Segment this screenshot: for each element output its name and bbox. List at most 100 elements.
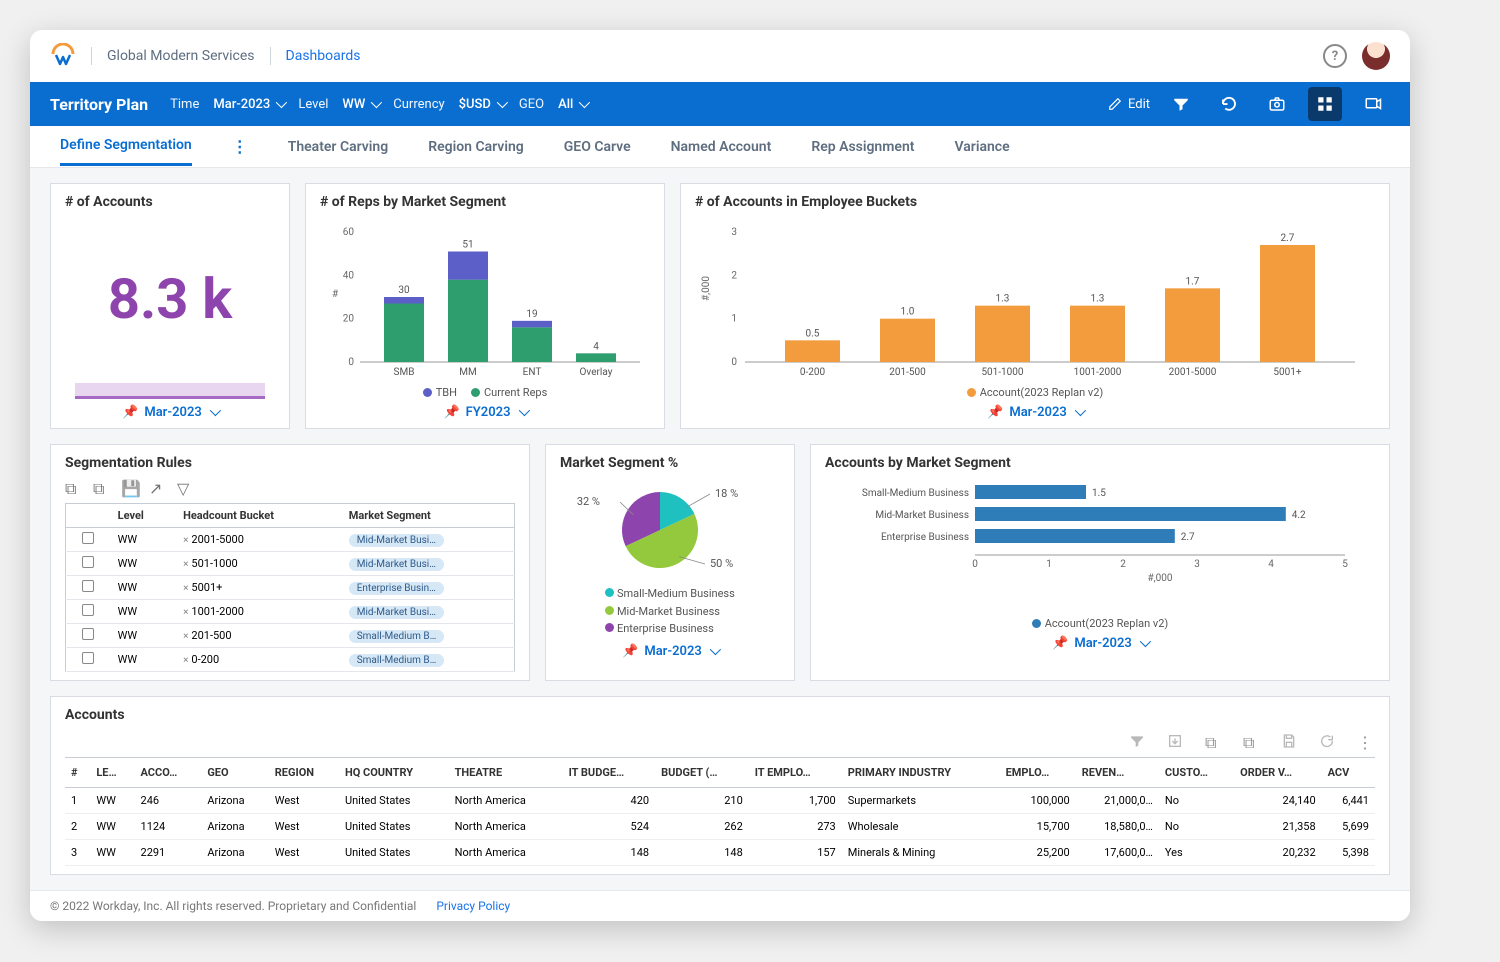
segment-pill[interactable]: Enterprise Busin… xyxy=(349,582,444,595)
pie-legend: Small-Medium Business Mid-Market Busines… xyxy=(605,585,735,638)
tab-variance[interactable]: Variance xyxy=(954,129,1009,165)
seg-tool-1-icon[interactable]: ⧉ xyxy=(65,479,83,497)
table-row[interactable]: WW×5001+Enterprise Busin… xyxy=(66,576,515,600)
filter-time[interactable]: Mar-2023 xyxy=(213,97,284,112)
filter-level[interactable]: WW xyxy=(342,97,379,112)
card-accounts: # of Accounts 8.3 k 📌Mar-2023 xyxy=(50,183,290,429)
help-icon[interactable]: ? xyxy=(1323,44,1347,68)
pie-pin[interactable]: 📌Mar-2023 xyxy=(560,644,780,659)
table-row[interactable]: 2WW1124ArizonaWestUnited StatesNorth Ame… xyxy=(65,814,1375,840)
svg-text:20: 20 xyxy=(343,314,355,325)
segment-pill[interactable]: Mid-Market Busi… xyxy=(349,606,444,619)
footer-copyright: © 2022 Workday, Inc. All rights reserved… xyxy=(50,899,416,913)
svg-text:50 %: 50 % xyxy=(710,557,733,570)
segment-pill[interactable]: Mid-Market Busi… xyxy=(349,534,444,547)
svg-text:#,000: #,000 xyxy=(701,276,712,301)
svg-text:1.5: 1.5 xyxy=(1092,488,1106,499)
svg-text:30: 30 xyxy=(398,285,410,296)
grid-view-icon[interactable] xyxy=(1308,87,1342,121)
seg-save-icon[interactable]: 💾 xyxy=(121,479,139,497)
tab-geo-carve[interactable]: GEO Carve xyxy=(564,129,631,165)
refresh-icon[interactable] xyxy=(1212,87,1246,121)
card-buckets-title: # of Accounts in Employee Buckets xyxy=(695,194,1375,210)
reps-bar-chart: 0204060#30SMB51MM19ENT4Overlay xyxy=(320,214,650,384)
row-checkbox[interactable] xyxy=(82,652,94,664)
table-row[interactable]: WW×201-500Small-Medium B… xyxy=(66,624,515,648)
acct-save-icon[interactable] xyxy=(1281,733,1299,751)
card-accounts-table-title: Accounts xyxy=(65,707,1375,723)
table-row[interactable]: 1WW246ArizonaWestUnited StatesNorth Amer… xyxy=(65,788,1375,814)
card-reps-title: # of Reps by Market Segment xyxy=(320,194,650,210)
camera-icon[interactable] xyxy=(1260,87,1294,121)
table-row[interactable]: WW×1001-2000Mid-Market Busi… xyxy=(66,600,515,624)
row-checkbox[interactable] xyxy=(82,532,94,544)
reps-pin[interactable]: 📌FY2023 xyxy=(320,405,650,420)
table-row[interactable]: 3WW2291ArizonaWestUnited StatesNorth Ame… xyxy=(65,840,1375,866)
svg-text:1.0: 1.0 xyxy=(901,307,915,318)
tab-region-carving[interactable]: Region Carving xyxy=(428,129,524,165)
accounts-pin[interactable]: 📌Mar-2023 xyxy=(65,405,275,420)
row-checkbox[interactable] xyxy=(82,604,94,616)
page-title: Territory Plan xyxy=(50,95,148,114)
footer-privacy-link[interactable]: Privacy Policy xyxy=(436,899,510,913)
acct-refresh-icon[interactable] xyxy=(1319,733,1337,751)
filter-time-label: Time xyxy=(170,97,199,112)
card-pie-title: Market Segment % xyxy=(560,455,780,471)
row-checkbox[interactable] xyxy=(82,628,94,640)
topbar: Global Modern Services Dashboards ? xyxy=(30,30,1410,82)
svg-text:40: 40 xyxy=(343,270,355,281)
acct-more-icon[interactable]: ⋮ xyxy=(1357,733,1375,751)
card-segrules-title: Segmentation Rules xyxy=(65,455,515,471)
seg-tool-4-icon[interactable]: ↗ xyxy=(149,479,167,497)
svg-text:60: 60 xyxy=(343,227,355,238)
segment-pill[interactable]: Small-Medium B… xyxy=(349,630,445,643)
buckets-pin[interactable]: 📌Mar-2023 xyxy=(695,405,1375,420)
svg-text:2001-5000: 2001-5000 xyxy=(1169,367,1217,378)
seg-filter-icon[interactable]: ▽ xyxy=(177,479,195,497)
svg-text:Small-Medium Business: Small-Medium Business xyxy=(862,488,969,499)
table-row[interactable]: WW×0-200Small-Medium B… xyxy=(66,648,515,672)
table-row[interactable]: WW×501-1000Mid-Market Busi… xyxy=(66,552,515,576)
pie-pin-label: Mar-2023 xyxy=(644,644,702,659)
svg-text:1: 1 xyxy=(731,314,737,325)
acct-tool3-icon[interactable]: ⧉ xyxy=(1205,733,1223,751)
svg-text:5: 5 xyxy=(1342,559,1348,570)
table-row[interactable]: WW×2001-5000Mid-Market Busi… xyxy=(66,528,515,552)
workday-logo[interactable] xyxy=(50,43,76,69)
breadcrumb-dashboards[interactable]: Dashboards xyxy=(286,48,361,64)
svg-text:18 %: 18 % xyxy=(715,487,738,500)
row-checkbox[interactable] xyxy=(82,580,94,592)
accounts-table: #LE…ACCO…GEOREGIONHQ COUNTRYTHEATREIT BU… xyxy=(65,757,1375,866)
acct-tool4-icon[interactable]: ⧉ xyxy=(1243,733,1261,751)
segment-pill[interactable]: Mid-Market Busi… xyxy=(349,558,444,571)
tab-define-segmentation[interactable]: Define Segmentation xyxy=(60,127,192,166)
acct-export-icon[interactable] xyxy=(1167,733,1185,751)
svg-text:3: 3 xyxy=(731,227,737,238)
filter-geo-label: GEO xyxy=(519,97,544,112)
tab-rep-assignment[interactable]: Rep Assignment xyxy=(811,129,914,165)
reps-pin-label: FY2023 xyxy=(466,405,511,420)
edit-button[interactable]: Edit xyxy=(1108,97,1150,112)
card-segrules: Segmentation Rules ⧉ ⧉ 💾 ↗ ▽ LevelHeadco… xyxy=(50,444,530,681)
tab-named-account[interactable]: Named Account xyxy=(671,129,772,165)
avatar[interactable] xyxy=(1362,42,1390,70)
filter-icon[interactable] xyxy=(1164,87,1198,121)
filter-geo[interactable]: All xyxy=(558,97,587,112)
svg-text:1.7: 1.7 xyxy=(1186,276,1200,287)
tab-theater-carving[interactable]: Theater Carving xyxy=(288,129,389,165)
hbar-chart: Small-Medium Business1.5Mid-Market Busin… xyxy=(825,475,1375,615)
filter-currency[interactable]: $USD xyxy=(459,97,505,112)
seg-tool-2-icon[interactable]: ⧉ xyxy=(93,479,111,497)
present-icon[interactable] xyxy=(1356,87,1390,121)
acct-filter-icon[interactable] xyxy=(1129,733,1147,751)
segment-pill[interactable]: Small-Medium B… xyxy=(349,654,445,667)
buckets-legend: Account(2023 Replan v2) xyxy=(695,386,1375,399)
card-hbar-title: Accounts by Market Segment xyxy=(825,455,1375,471)
row-checkbox[interactable] xyxy=(82,556,94,568)
svg-text:MM: MM xyxy=(459,367,476,378)
svg-text:0.5: 0.5 xyxy=(806,328,820,339)
tab-more-icon[interactable]: ⋮ xyxy=(232,137,248,156)
breadcrumb-company[interactable]: Global Modern Services xyxy=(107,48,255,64)
hbar-pin[interactable]: 📌Mar-2023 xyxy=(825,636,1375,651)
svg-text:0: 0 xyxy=(731,357,737,368)
